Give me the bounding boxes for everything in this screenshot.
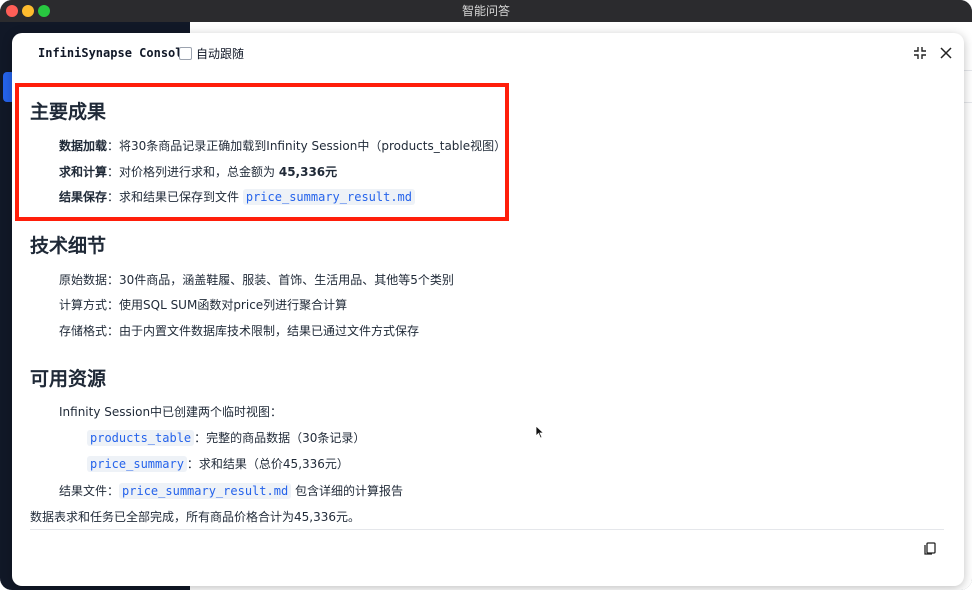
save-text: ：求和结果已保存到文件 bbox=[107, 190, 243, 204]
window-close-button[interactable] bbox=[6, 5, 18, 17]
result-file-code: price_summary_result.md bbox=[119, 483, 292, 499]
window-title: 智能问答 bbox=[461, 4, 510, 18]
section-heading-resources: 可用资源 bbox=[30, 368, 107, 390]
price-summary-text: ：求和结果（总价45,336元） bbox=[186, 457, 349, 471]
result-file-label: 结果文件： bbox=[59, 484, 120, 498]
data-load-label: 数据加载 bbox=[59, 139, 108, 153]
sum-value: 45,336元 bbox=[278, 165, 338, 179]
sum-text: ：对价格列进行求和，总金额为 bbox=[107, 165, 279, 179]
sum-label: 求和计算 bbox=[59, 165, 108, 179]
console-modal: InfiniSynapse Console 自动跟随 主要成果 数据加载：将30… bbox=[12, 33, 964, 586]
tech-detail-item: 计算方式：使用SQL SUM函数对price列进行聚合计算 bbox=[59, 298, 348, 312]
section-heading-main-results: 主要成果 bbox=[30, 101, 107, 123]
section-heading-tech-details: 技术细节 bbox=[30, 235, 107, 257]
mouse-cursor-icon bbox=[535, 425, 545, 439]
resource-view-products: products_table ：完整的商品数据（30条记录） bbox=[87, 429, 365, 446]
resources-intro: Infinity Session中已创建两个临时视图： bbox=[59, 405, 283, 419]
window-maximize-button[interactable] bbox=[38, 5, 50, 17]
data-load-text: ：将30条商品记录正确加载到Infinity Session中（products… bbox=[107, 139, 507, 153]
main-result-sum: 求和计算：对价格列进行求和，总金额为 45,336元 bbox=[59, 163, 337, 180]
content-divider bbox=[30, 529, 944, 530]
main-result-save: 结果保存：求和结果已保存到文件 price_summary_result.md bbox=[59, 188, 416, 205]
save-file-code: price_summary_result.md bbox=[242, 189, 416, 205]
copy-icon[interactable] bbox=[922, 540, 938, 556]
resource-result-file: 结果文件： price_summary_result.md 包含详细的计算报告 bbox=[59, 482, 403, 499]
app-window: 智能问答 InfiniSynapse Console 自动跟随 主要成果 数据加… bbox=[0, 0, 972, 590]
tech-detail-item: 存储格式：由于内置文件数据库技术限制，结果已通过文件方式保存 bbox=[59, 324, 420, 338]
resource-view-summary: price_summary ：求和结果（总价45,336元） bbox=[87, 455, 349, 472]
auto-follow-label[interactable]: 自动跟随 bbox=[196, 45, 244, 62]
auto-follow-checkbox[interactable] bbox=[179, 47, 192, 60]
compress-icon[interactable] bbox=[912, 45, 928, 61]
close-icon[interactable] bbox=[938, 45, 954, 61]
result-file-text: 包含详细的计算报告 bbox=[291, 484, 404, 498]
products-table-code: products_table bbox=[87, 430, 195, 446]
products-table-text: ：完整的商品数据（30条记录） bbox=[194, 431, 366, 445]
console-header: InfiniSynapse Console 自动跟随 bbox=[12, 33, 964, 75]
main-result-data-load: 数据加载：将30条商品记录正确加载到Infinity Session中（prod… bbox=[59, 137, 506, 154]
tech-detail-item: 原始数据：30件商品，涵盖鞋履、服装、首饰、生活用品、其他等5个类别 bbox=[59, 273, 454, 287]
title-bar: 智能问答 bbox=[0, 0, 972, 22]
save-label: 结果保存 bbox=[59, 190, 108, 204]
console-title: InfiniSynapse Console bbox=[38, 46, 190, 60]
window-minimize-button[interactable] bbox=[22, 5, 34, 17]
price-summary-code: price_summary bbox=[87, 456, 187, 472]
conclusion-text: 数据表求和任务已全部完成，所有商品价格合计为45,336元。 bbox=[30, 510, 360, 524]
